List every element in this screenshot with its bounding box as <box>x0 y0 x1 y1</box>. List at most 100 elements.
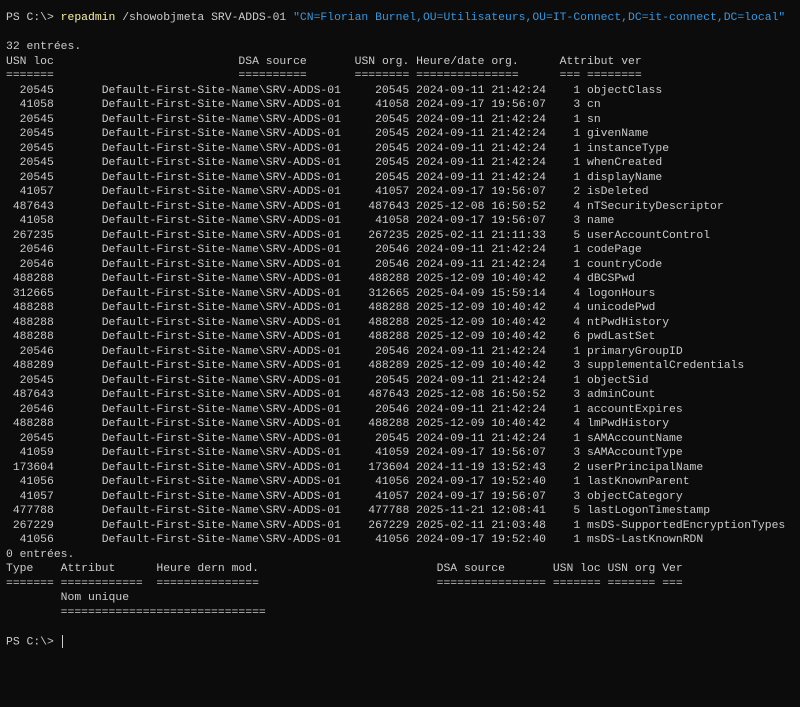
version: 4 <box>573 273 581 285</box>
usn-loc: 267235 <box>12 229 54 242</box>
separator: =============== <box>416 70 519 82</box>
table-row: 173604 Default-First-Site-Name\SRV-ADDS-0… <box>6 461 800 476</box>
prompt: PS C:\> <box>6 636 54 649</box>
usn-loc: 20545 <box>19 128 54 140</box>
version: 1 <box>573 157 581 169</box>
table-row: 20546 Default-First-Site-Name\SRV-ADDS-01… <box>6 243 800 258</box>
date-org: 2024-09-11 21:42:24 <box>416 432 546 445</box>
date-org: 2024-09-11 21:42:24 <box>416 403 546 416</box>
usn-org: 20545 <box>375 157 410 169</box>
attribute-name: logonHours <box>587 287 656 300</box>
attribute-name: codePage <box>587 244 642 256</box>
version: 1 <box>573 432 581 445</box>
usn-org: 20545 <box>375 113 410 126</box>
table-row: 488288 Default-First-Site-Name\SRV-ADDS-0… <box>6 417 800 432</box>
version: 1 <box>573 519 581 532</box>
dsa-source: Default-First-Site-Name\SRV-ADDS-01 <box>101 229 341 242</box>
separator: ======= <box>6 70 54 82</box>
dsa-source: Default-First-Site-Name\SRV-ADDS-01 <box>101 157 341 169</box>
header-date-org: Heure/date org. <box>416 55 519 68</box>
date-org: 2024-09-11 21:42:24 <box>416 84 546 97</box>
usn-org: 41057 <box>375 490 410 503</box>
table-row: 20545 Default-First-Site-Name\SRV-ADDS-01… <box>6 127 800 142</box>
usn-org: 487643 <box>368 389 410 401</box>
usn-org: 20546 <box>375 345 410 358</box>
date-org: 2025-12-08 16:50:52 <box>416 389 546 401</box>
command-string-arg: "CN=Florian Burnel,OU=Utilisateurs,OU=IT… <box>293 12 786 24</box>
table-row: 487643 Default-First-Site-Name\SRV-ADDS-0… <box>6 388 800 403</box>
date-org: 2024-09-17 19:52:40 <box>416 534 546 546</box>
attribute-name: sAMAccountType <box>587 447 683 459</box>
dsa-source: Default-First-Site-Name\SRV-ADDS-01 <box>101 273 341 285</box>
usn-loc: 41058 <box>19 99 54 111</box>
usn-org: 477788 <box>368 505 410 517</box>
usn-org: 41056 <box>375 476 410 488</box>
table-row: 41059 Default-First-Site-Name\SRV-ADDS-01… <box>6 446 800 461</box>
dsa-source: Default-First-Site-Name\SRV-ADDS-01 <box>101 331 341 343</box>
usn-org: 41058 <box>375 215 410 227</box>
date-org: 2025-02-11 21:11:33 <box>416 229 546 242</box>
table-row: 477788 Default-First-Site-Name\SRV-ADDS-0… <box>6 504 800 519</box>
usn-org: 267235 <box>368 229 410 242</box>
dsa-source: Default-First-Site-Name\SRV-ADDS-01 <box>101 200 341 213</box>
usn-loc: 488289 <box>12 360 54 372</box>
date-org: 2025-12-09 10:40:42 <box>416 360 546 372</box>
usn-org: 488288 <box>368 316 410 329</box>
table-row: 488289 Default-First-Site-Name\SRV-ADDS-0… <box>6 359 800 374</box>
header-type: Type <box>6 563 34 575</box>
usn-loc: 20545 <box>19 157 54 169</box>
date-org: 2024-09-17 19:56:07 <box>416 186 546 198</box>
date-org: 2025-12-09 10:40:42 <box>416 316 546 329</box>
usn-loc: 20545 <box>19 374 54 387</box>
version: 3 <box>573 360 581 372</box>
dsa-source: Default-First-Site-Name\SRV-ADDS-01 <box>101 345 341 358</box>
attribute-name: lastLogonTimestamp <box>587 505 711 517</box>
input-prompt-line[interactable]: PS C:\> <box>6 634 800 650</box>
attribute-name: lmPwdHistory <box>587 418 670 430</box>
usn-org: 20546 <box>375 258 410 271</box>
separator: ================ <box>436 577 546 590</box>
date-org: 2025-12-09 10:40:42 <box>416 418 546 430</box>
usn-org: 20545 <box>375 432 410 445</box>
usn-loc: 173604 <box>12 461 54 474</box>
date-org: 2024-09-11 21:42:24 <box>416 258 546 271</box>
separator: ========== <box>238 70 307 82</box>
date-org: 2024-09-17 19:52:40 <box>416 476 546 488</box>
usn-loc: 20546 <box>19 244 54 256</box>
dsa-source: Default-First-Site-Name\SRV-ADDS-01 <box>101 432 341 445</box>
separator: ======= <box>552 577 601 590</box>
dsa-source: Default-First-Site-Name\SRV-ADDS-01 <box>101 505 341 517</box>
usn-org: 488289 <box>368 360 410 372</box>
terminal-output: PS C:\> repadmin /showobjmeta SRV-ADDS-0… <box>6 11 800 649</box>
table-row: 41057 Default-First-Site-Name\SRV-ADDS-01… <box>6 490 800 505</box>
dsa-source: Default-First-Site-Name\SRV-ADDS-01 <box>101 171 341 184</box>
attribute-name: displayName <box>587 171 663 184</box>
dsa-source: Default-First-Site-Name\SRV-ADDS-01 <box>101 99 341 111</box>
usn-org: 488288 <box>368 331 410 343</box>
date-org: 2024-09-11 21:42:24 <box>416 142 546 155</box>
attribute-name: givenName <box>587 128 649 140</box>
usn-loc: 41056 <box>19 534 54 546</box>
usn-loc: 20545 <box>19 113 54 126</box>
usn-loc: 488288 <box>12 316 54 329</box>
text-cursor[interactable] <box>61 634 63 648</box>
table-row: 20545 Default-First-Site-Name\SRV-ADDS-01… <box>6 156 800 171</box>
date-org: 2024-09-11 21:42:24 <box>416 244 546 256</box>
date-org: 2024-09-11 21:42:24 <box>416 157 546 169</box>
attribute-name: isDeleted <box>587 186 649 198</box>
separator: ======== <box>587 70 642 82</box>
version: 2 <box>573 186 581 198</box>
table-row: 20546 Default-First-Site-Name\SRV-ADDS-01… <box>6 403 800 418</box>
dsa-source: Default-First-Site-Name\SRV-ADDS-01 <box>101 244 341 256</box>
version: 4 <box>573 418 581 430</box>
usn-loc: 487643 <box>12 200 54 213</box>
table-row: 41056 Default-First-Site-Name\SRV-ADDS-01… <box>6 475 800 490</box>
version: 1 <box>573 142 581 155</box>
attribute-name: supplementalCredentials <box>587 360 745 372</box>
usn-org: 312665 <box>368 287 410 300</box>
usn-loc: 267229 <box>12 519 54 532</box>
date-org: 2025-04-09 15:59:14 <box>416 287 546 300</box>
attribute-name: objectClass <box>587 84 663 97</box>
version: 3 <box>573 447 581 459</box>
usn-loc: 41058 <box>19 215 54 227</box>
